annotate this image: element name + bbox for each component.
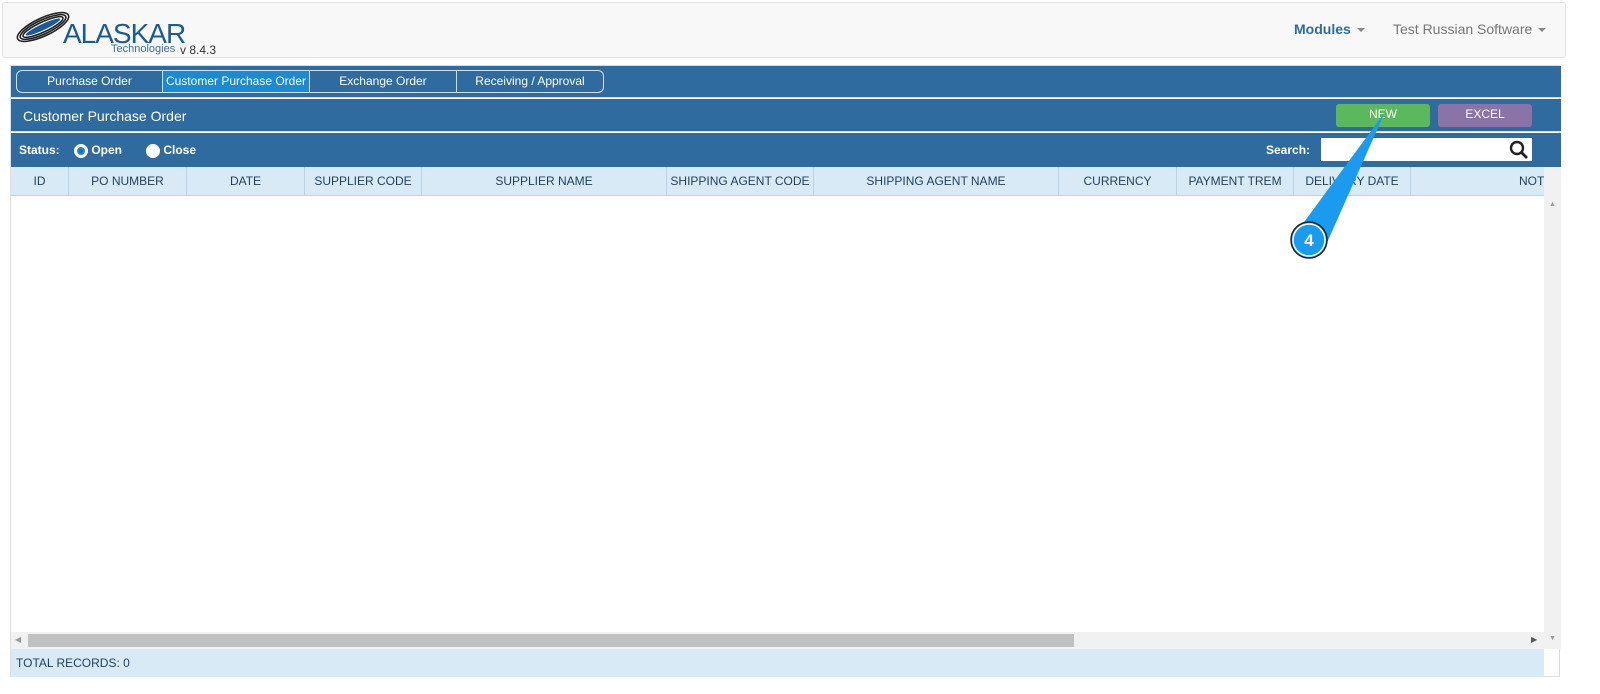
tab-receiving-approval[interactable]: Receiving / Approval: [457, 71, 603, 92]
table-header: ID PO NUMBER DATE SUPPLIER CODE SUPPLIER…: [11, 167, 1544, 196]
user-label: Test Russian Software: [1393, 21, 1533, 37]
horizontal-scrollbar[interactable]: ◀ ▶: [11, 632, 1544, 649]
tab-purchase-order[interactable]: Purchase Order: [17, 71, 163, 92]
caret-down-icon: [1356, 28, 1365, 33]
scroll-up-icon[interactable]: ▲: [1549, 201, 1556, 208]
col-date[interactable]: DATE: [187, 167, 305, 195]
status-close-radio[interactable]: Close: [146, 143, 196, 158]
tab-customer-purchase-order[interactable]: Customer Purchase Order: [163, 71, 310, 92]
search-label: Search:: [1266, 143, 1311, 157]
col-supplier-code[interactable]: SUPPLIER CODE: [305, 167, 422, 195]
col-currency[interactable]: CURRENCY: [1059, 167, 1177, 195]
page-title: Customer Purchase Order: [23, 108, 187, 124]
modules-label: Modules: [1294, 21, 1351, 37]
col-id[interactable]: ID: [11, 167, 69, 195]
open-label: Open: [91, 143, 123, 157]
search-icon[interactable]: [1509, 140, 1529, 160]
title-bar: Customer Purchase Order NEW EXCEL: [11, 99, 1561, 132]
top-navbar: ALASKAR Technologies v 8.4.3 Modules Tes…: [2, 2, 1566, 58]
tab-bar: Purchase Order Customer Purchase Order E…: [11, 66, 1561, 98]
modules-menu[interactable]: Modules: [1294, 21, 1365, 37]
filter-bar: Status: Open Close Search:: [11, 133, 1561, 167]
col-po-number[interactable]: PO NUMBER: [69, 167, 187, 195]
col-delivery-date[interactable]: DELIVERY DATE: [1294, 167, 1411, 195]
tab-exchange-order[interactable]: Exchange Order: [310, 71, 457, 92]
scroll-down-icon[interactable]: ▼: [1549, 635, 1556, 642]
brand-sub: Technologies: [111, 43, 176, 55]
total-records: TOTAL RECORDS: 0: [11, 649, 1544, 677]
radio-unchecked-icon: [146, 143, 160, 158]
radio-checked-icon: [74, 143, 88, 158]
scrollbar-thumb[interactable]: [28, 634, 1074, 647]
col-note[interactable]: NOTE: [1411, 167, 1544, 195]
status-label: Status:: [19, 143, 60, 157]
col-payment-term[interactable]: PAYMENT TREM: [1177, 167, 1294, 195]
scroll-right-icon[interactable]: ▶: [1531, 635, 1537, 644]
col-shipping-agent-name[interactable]: SHIPPING AGENT NAME: [814, 167, 1059, 195]
caret-down-icon: [1538, 28, 1547, 33]
close-label: Close: [163, 143, 197, 157]
vertical-scrollbar[interactable]: ▲ ▼: [1544, 167, 1561, 649]
new-button[interactable]: NEW: [1336, 104, 1430, 127]
col-shipping-agent-code[interactable]: SHIPPING AGENT CODE: [667, 167, 814, 195]
status-open-radio[interactable]: Open: [74, 143, 122, 158]
customer-po-panel: Purchase Order Customer Purchase Order E…: [10, 65, 1561, 677]
app-version: v 8.4.3: [180, 43, 217, 57]
col-supplier-name[interactable]: SUPPLIER NAME: [422, 167, 667, 195]
excel-button[interactable]: EXCEL: [1438, 104, 1532, 127]
search-input[interactable]: [1321, 138, 1532, 161]
scroll-left-icon[interactable]: ◀: [15, 635, 21, 644]
user-menu[interactable]: Test Russian Software: [1393, 21, 1547, 37]
